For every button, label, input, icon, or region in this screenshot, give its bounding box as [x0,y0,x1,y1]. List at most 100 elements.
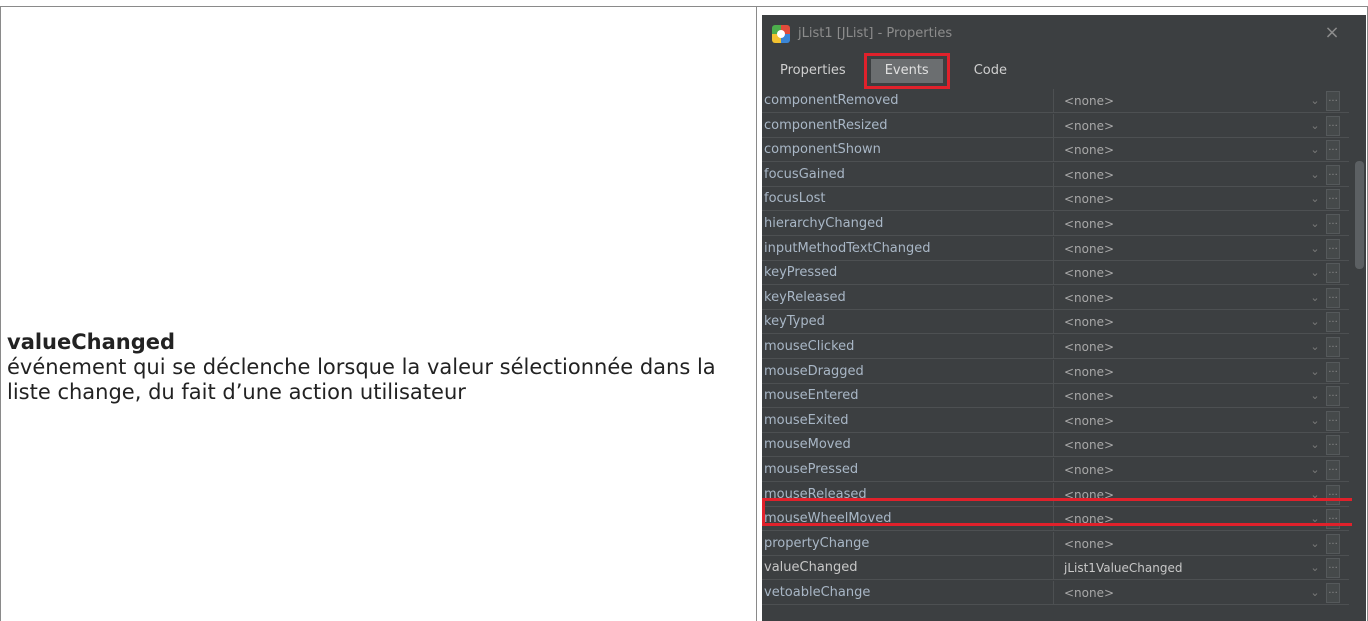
event-handler-value[interactable]: <none> [1054,261,1304,284]
chevron-down-icon[interactable]: ⌄ [1304,360,1326,383]
event-handler-value[interactable]: <none> [1054,384,1304,407]
event-handler-value[interactable]: <none> [1054,237,1304,260]
ellipsis-button[interactable]: ... [1326,213,1340,234]
event-description-text: événement qui se déclenche lorsque la va… [7,355,716,404]
close-icon[interactable]: × [1322,23,1342,43]
event-row-mouseMoved[interactable]: mouseMoved <none> ⌄... [762,433,1349,457]
ellipsis-button[interactable]: ... [1326,484,1340,505]
event-handler-value[interactable]: <none> [1054,163,1304,186]
chevron-down-icon[interactable]: ⌄ [1304,335,1326,358]
chevron-down-icon[interactable]: ⌄ [1304,433,1326,456]
ellipsis-button[interactable]: ... [1326,557,1340,578]
event-handler-value[interactable]: <none> [1054,409,1304,432]
ellipsis-button[interactable]: ... [1326,238,1340,259]
event-row-mouseReleased[interactable]: mouseReleased <none> ⌄... [762,483,1349,507]
event-row-componentShown[interactable]: componentShown <none> ⌄... [762,138,1349,162]
scrollbar-thumb[interactable] [1355,161,1364,269]
event-name: hierarchyChanged [762,212,1054,235]
ellipsis-button[interactable]: ... [1326,336,1340,357]
event-row-focusGained[interactable]: focusGained <none> ⌄... [762,163,1349,187]
event-name: keyPressed [762,261,1054,284]
event-name: keyTyped [762,310,1054,333]
event-row-hierarchyChanged[interactable]: hierarchyChanged <none> ⌄... [762,212,1349,236]
chevron-down-icon[interactable]: ⌄ [1304,556,1326,579]
chevron-down-icon[interactable]: ⌄ [1304,89,1326,112]
chevron-down-icon[interactable]: ⌄ [1304,187,1326,210]
event-handler-value[interactable]: <none> [1054,433,1304,456]
ellipsis-button[interactable]: ... [1326,508,1340,529]
event-row-mousePressed[interactable]: mousePressed <none> ⌄... [762,458,1349,482]
window-titlebar[interactable]: jList1 [JList] - Properties × [762,15,1366,52]
event-row-keyPressed[interactable]: keyPressed <none> ⌄... [762,261,1349,285]
chevron-down-icon[interactable]: ⌄ [1304,532,1326,555]
ellipsis-button[interactable]: ... [1326,533,1340,554]
event-name: componentRemoved [762,89,1054,112]
event-row-keyReleased[interactable]: keyReleased <none> ⌄... [762,286,1349,310]
window-title: jList1 [JList] - Properties [798,26,953,41]
chevron-down-icon[interactable]: ⌄ [1304,286,1326,309]
ellipsis-button[interactable]: ... [1326,262,1340,283]
event-name: mouseEntered [762,384,1054,407]
event-handler-value[interactable]: <none> [1054,212,1304,235]
tab-properties[interactable]: Properties [770,59,856,83]
chevron-down-icon[interactable]: ⌄ [1304,581,1326,604]
tab-events[interactable]: Events [870,58,943,83]
chevron-down-icon[interactable]: ⌄ [1304,483,1326,506]
chevron-down-icon[interactable]: ⌄ [1304,261,1326,284]
ellipsis-button[interactable]: ... [1326,385,1340,406]
event-row-mouseDragged[interactable]: mouseDragged <none> ⌄... [762,360,1349,384]
ellipsis-button[interactable]: ... [1326,582,1340,603]
chevron-down-icon[interactable]: ⌄ [1304,163,1326,186]
chevron-down-icon[interactable]: ⌄ [1304,384,1326,407]
chevron-down-icon[interactable]: ⌄ [1304,507,1326,530]
event-handler-value[interactable]: <none> [1054,458,1304,481]
ellipsis-button[interactable]: ... [1326,139,1340,160]
event-handler-value[interactable]: <none> [1054,310,1304,333]
event-row-mouseWheelMoved[interactable]: mouseWheelMoved <none> ⌄... [762,507,1349,531]
chevron-down-icon[interactable]: ⌄ [1304,409,1326,432]
vertical-scrollbar[interactable] [1352,89,1366,621]
event-row-mouseExited[interactable]: mouseExited <none> ⌄... [762,409,1349,433]
ellipsis-button[interactable]: ... [1326,361,1340,382]
tab-code[interactable]: Code [964,59,1017,83]
event-handler-value[interactable]: <none> [1054,187,1304,210]
event-row-inputMethodTextChanged[interactable]: inputMethodTextChanged <none> ⌄... [762,237,1349,261]
event-row-keyTyped[interactable]: keyTyped <none> ⌄... [762,310,1349,334]
ellipsis-button[interactable]: ... [1326,311,1340,332]
event-handler-value[interactable]: <none> [1054,286,1304,309]
event-handler-value[interactable]: <none> [1054,114,1304,137]
ellipsis-button[interactable]: ... [1326,188,1340,209]
ellipsis-button[interactable]: ... [1326,410,1340,431]
netbeans-app-icon [772,24,790,43]
chevron-down-icon[interactable]: ⌄ [1304,310,1326,333]
event-row-componentResized[interactable]: componentResized <none> ⌄... [762,114,1349,138]
ellipsis-button[interactable]: ... [1326,164,1340,185]
event-row-focusLost[interactable]: focusLost <none> ⌄... [762,187,1349,211]
event-row-propertyChange[interactable]: propertyChange <none> ⌄... [762,532,1349,556]
chevron-down-icon[interactable]: ⌄ [1304,114,1326,137]
event-row-componentRemoved[interactable]: componentRemoved <none> ⌄... [762,89,1349,113]
event-handler-value[interactable]: <none> [1054,89,1304,112]
chevron-down-icon[interactable]: ⌄ [1304,458,1326,481]
event-row-mouseClicked[interactable]: mouseClicked <none> ⌄... [762,335,1349,359]
event-handler-value[interactable]: <none> [1054,581,1304,604]
event-handler-value[interactable]: <none> [1054,483,1304,506]
event-handler-value[interactable]: <none> [1054,507,1304,530]
ellipsis-button[interactable]: ... [1326,459,1340,480]
event-handler-value[interactable]: <none> [1054,335,1304,358]
event-handler-value[interactable]: <none> [1054,532,1304,555]
ellipsis-button[interactable]: ... [1326,434,1340,455]
event-row-mouseEntered[interactable]: mouseEntered <none> ⌄... [762,384,1349,408]
event-handler-value[interactable]: <none> [1054,360,1304,383]
ellipsis-button[interactable]: ... [1326,90,1340,111]
event-row-valueChanged[interactable]: valueChanged jList1ValueChanged ⌄... [762,556,1349,580]
ellipsis-button[interactable]: ... [1326,287,1340,308]
event-row-vetoableChange[interactable]: vetoableChange <none> ⌄... [762,581,1349,605]
ellipsis-button[interactable]: ... [1326,115,1340,136]
event-handler-value[interactable]: jList1ValueChanged [1054,556,1304,579]
events-tab-highlight: Events [863,52,950,89]
chevron-down-icon[interactable]: ⌄ [1304,237,1326,260]
chevron-down-icon[interactable]: ⌄ [1304,138,1326,161]
event-handler-value[interactable]: <none> [1054,138,1304,161]
chevron-down-icon[interactable]: ⌄ [1304,212,1326,235]
